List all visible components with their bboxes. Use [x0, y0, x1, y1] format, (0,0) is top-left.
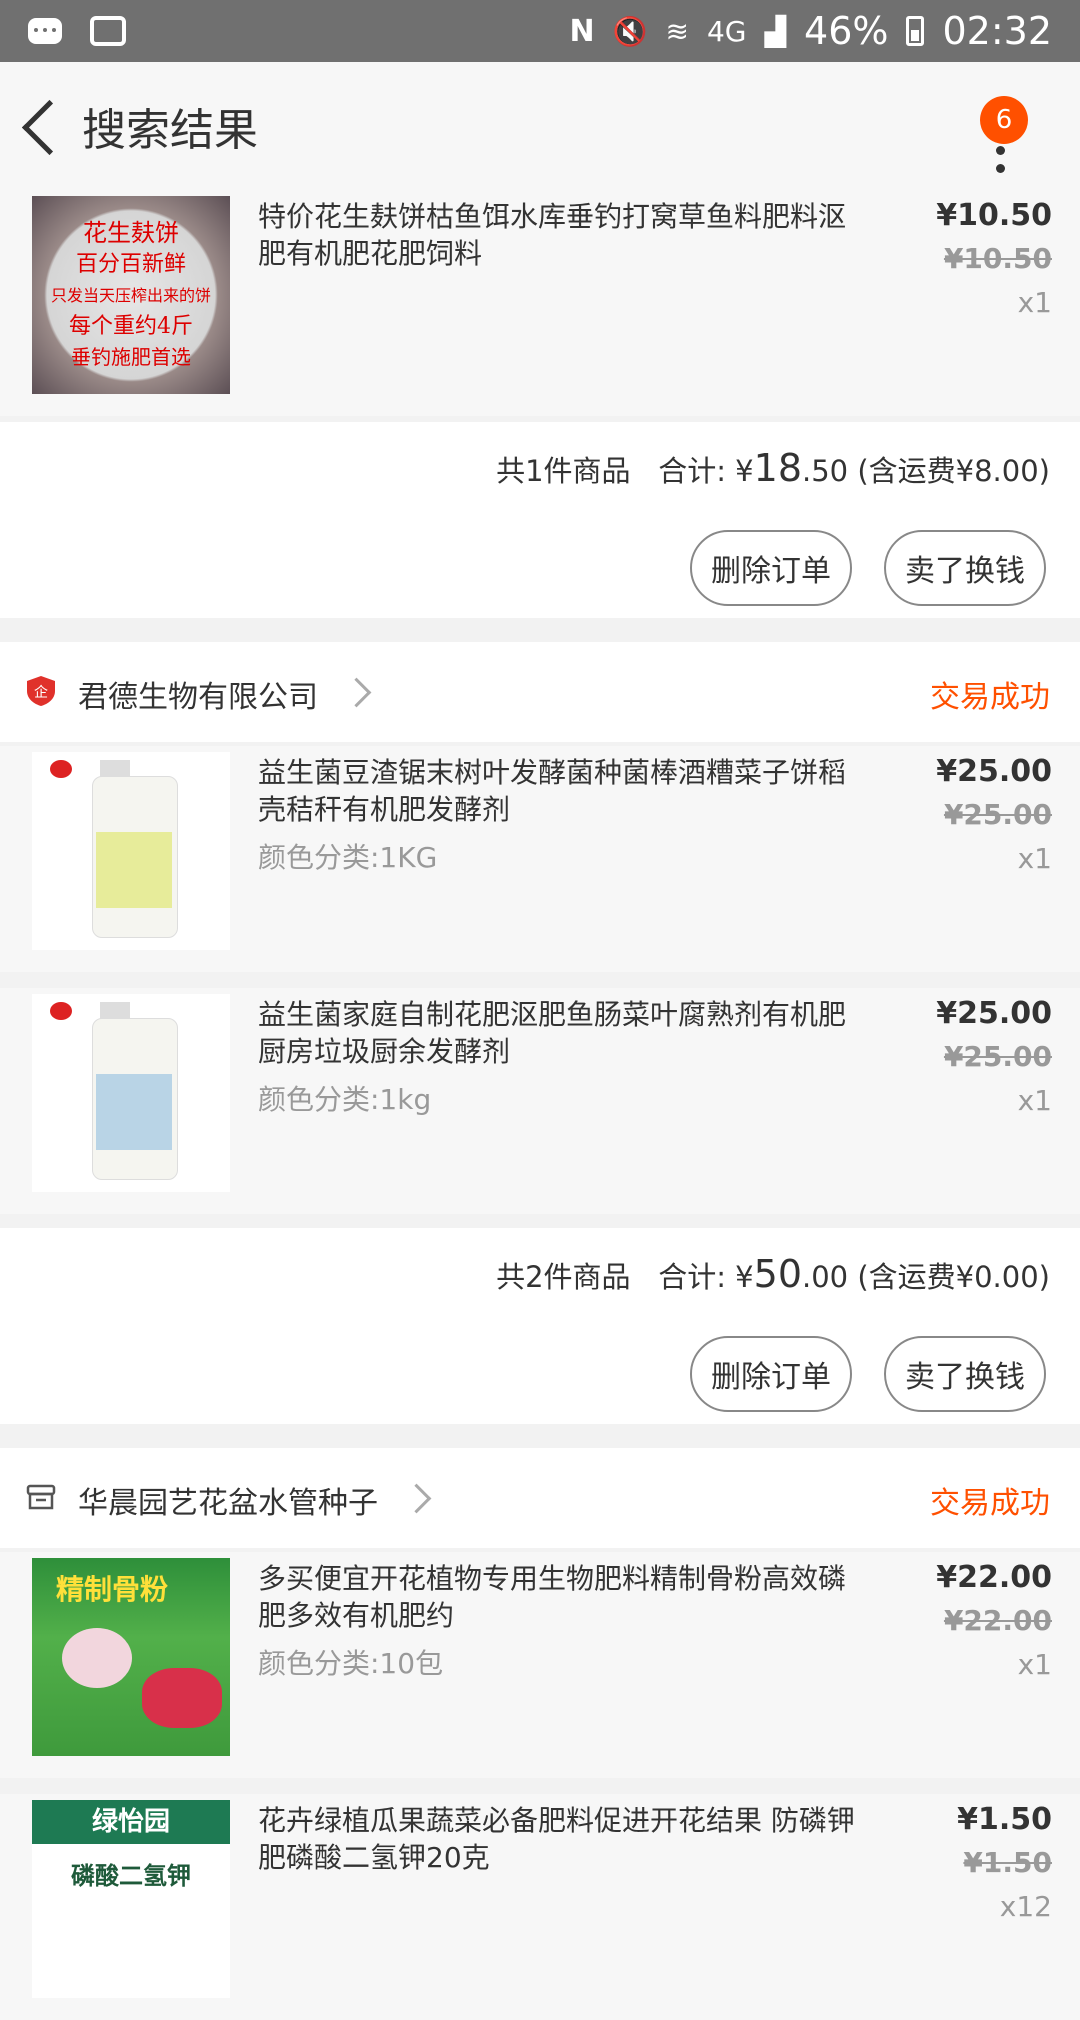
shop-header[interactable]: 企 君德生物有限公司 交易成功 — [0, 642, 1080, 742]
product-sku: 颜色分类:1KG — [258, 841, 438, 874]
price: ¥1.50 — [957, 1802, 1052, 1837]
product-thumbnail — [32, 994, 230, 1192]
shop-name[interactable]: 君德生物有限公司 — [78, 672, 318, 716]
order-status: 交易成功 — [930, 1486, 1050, 1521]
nfc-icon: N — [569, 13, 595, 49]
enterprise-shield-icon: 企 — [27, 676, 55, 706]
product-thumbnail: 精制骨粉 — [32, 1558, 230, 1756]
original-price: ¥25.00 — [943, 1040, 1052, 1073]
store-icon — [26, 1484, 56, 1510]
chevron-right-icon — [401, 1483, 432, 1514]
shop-header[interactable]: 华晨园艺花盆水管种子 交易成功 — [0, 1448, 1080, 1548]
product-sku: 颜色分类:10包 — [258, 1647, 444, 1680]
product-title[interactable]: 特价花生麸饼枯鱼饵水库垂钓打窝草鱼料肥料沤肥有机肥花肥饲料 — [258, 198, 868, 272]
product-thumbnail: 花生麸饼 百分百新鲜 只发当天压榨出来的饼 每个重约4斤 垂钓施肥首选 — [32, 196, 230, 394]
delete-order-button[interactable]: 删除订单 — [690, 1336, 852, 1412]
more-menu-button[interactable]: 6 — [974, 92, 1034, 173]
battery-icon — [906, 16, 925, 46]
product-title[interactable]: 益生菌家庭自制花肥沤肥鱼肠菜叶腐熟剂有机肥厨房垃圾厨余发酵剂 — [258, 996, 868, 1070]
message-icon — [28, 18, 62, 44]
resell-button[interactable]: 卖了换钱 — [884, 1336, 1046, 1412]
app-header: 搜索结果 6 — [0, 62, 1080, 190]
original-price: ¥22.00 — [943, 1604, 1052, 1637]
clock: 02:32 — [942, 9, 1052, 53]
gallery-icon — [90, 16, 126, 46]
order-item[interactable]: 益生菌豆渣锯末树叶发酵菌种菌棒酒糟菜子饼稻壳秸秆有机肥发酵剂 颜色分类:1KG … — [0, 746, 1080, 972]
price: ¥25.00 — [936, 996, 1052, 1031]
quantity: x1 — [1017, 1084, 1052, 1117]
order-summary: 共1件商品 合计: ¥18.50 (含运费¥8.00) — [496, 446, 1050, 490]
mute-icon: 🔇 — [612, 14, 648, 48]
resell-button[interactable]: 卖了换钱 — [884, 530, 1046, 606]
order-item[interactable]: 绿怡园 磷酸二氢钾 花卉绿植瓜果蔬菜必备肥料促进开花结果 防磷钾肥磷酸二氢钾20… — [0, 1794, 1080, 2020]
product-thumbnail — [32, 752, 230, 950]
notification-badge: 6 — [980, 96, 1028, 144]
product-title[interactable]: 花卉绿植瓜果蔬菜必备肥料促进开花结果 防磷钾肥磷酸二氢钾20克 — [258, 1802, 868, 1876]
price: ¥22.00 — [936, 1560, 1052, 1595]
wifi-icon: ≋ — [665, 14, 689, 48]
order-item[interactable]: 精制骨粉 多买便宜开花植物专用生物肥料精制骨粉高效磷肥多效有机肥约 颜色分类:1… — [0, 1552, 1080, 1778]
order-footer: 共1件商品 合计: ¥18.50 (含运费¥8.00) 删除订单 卖了换钱 — [0, 422, 1080, 618]
quantity: x1 — [1017, 286, 1052, 319]
back-arrow-icon[interactable] — [18, 96, 58, 156]
original-price: ¥1.50 — [963, 1846, 1052, 1879]
chevron-right-icon — [341, 677, 372, 708]
order-footer: 共2件商品 合计: ¥50.00 (含运费¥0.00) 删除订单 卖了换钱 — [0, 1228, 1080, 1424]
page-title: 搜索结果 — [82, 105, 258, 156]
status-bar: N 🔇 ≋ 4G ▟ 46% 02:32 — [0, 0, 1080, 62]
product-thumbnail: 绿怡园 磷酸二氢钾 — [32, 1800, 230, 1998]
original-price: ¥25.00 — [943, 798, 1052, 831]
delete-order-button[interactable]: 删除订单 — [690, 530, 852, 606]
battery-percent: 46% — [804, 9, 889, 53]
quantity: x12 — [999, 1890, 1052, 1923]
signal-icon: ▟ — [764, 14, 787, 48]
product-title[interactable]: 益生菌豆渣锯末树叶发酵菌种菌棒酒糟菜子饼稻壳秸秆有机肥发酵剂 — [258, 754, 868, 828]
product-sku: 颜色分类:1kg — [258, 1083, 432, 1116]
order-status: 交易成功 — [930, 680, 1050, 715]
shop-name[interactable]: 华晨园艺花盆水管种子 — [78, 1478, 378, 1522]
svg-text:企: 企 — [34, 684, 48, 701]
order-summary: 共2件商品 合计: ¥50.00 (含运费¥0.00) — [496, 1252, 1050, 1296]
quantity: x1 — [1017, 842, 1052, 875]
original-price: ¥10.50 — [943, 242, 1052, 275]
price: ¥10.50 — [936, 198, 1052, 233]
quantity: x1 — [1017, 1648, 1052, 1681]
price: ¥25.00 — [936, 754, 1052, 789]
order-item[interactable]: 益生菌家庭自制花肥沤肥鱼肠菜叶腐熟剂有机肥厨房垃圾厨余发酵剂 颜色分类:1kg … — [0, 988, 1080, 1214]
order-item[interactable]: 花生麸饼 百分百新鲜 只发当天压榨出来的饼 每个重约4斤 垂钓施肥首选 特价花生… — [0, 190, 1080, 416]
product-title[interactable]: 多买便宜开花植物专用生物肥料精制骨粉高效磷肥多效有机肥约 — [258, 1560, 868, 1634]
network-type: 4G — [706, 14, 747, 48]
